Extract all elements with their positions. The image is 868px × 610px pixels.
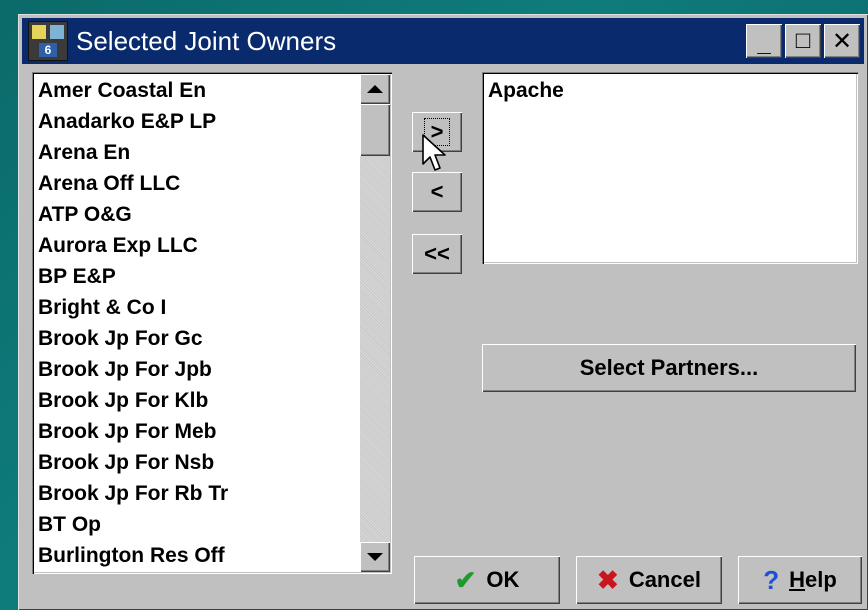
list-item[interactable]: Arena En <box>38 138 362 169</box>
scroll-down-button[interactable] <box>360 542 390 572</box>
remove-all-button-label: << <box>424 241 450 266</box>
arrow-down-icon <box>367 553 383 561</box>
list-item[interactable]: Bright & Co I <box>38 293 362 324</box>
cancel-button[interactable]: ✖ Cancel <box>576 556 722 604</box>
close-icon: ✕ <box>831 27 853 55</box>
select-partners-button[interactable]: Select Partners... <box>482 344 856 392</box>
x-icon: ✖ <box>597 565 619 595</box>
vertical-scrollbar[interactable] <box>360 74 390 572</box>
help-label-rest: elp <box>804 567 837 592</box>
select-partners-label: Select Partners... <box>579 355 759 380</box>
list-item[interactable]: Amer Coastal En <box>38 76 362 107</box>
app-icon[interactable]: 6 <box>28 21 68 61</box>
ok-label: OK <box>486 567 520 592</box>
selected-owners-list[interactable]: Apache <box>482 72 858 264</box>
list-item[interactable]: Aurora Exp LLC <box>38 231 362 262</box>
list-item[interactable]: Brook Jp For Meb <box>38 417 362 448</box>
list-item[interactable]: Anadarko E&P LP <box>38 107 362 138</box>
question-icon: ? <box>763 565 780 595</box>
scrollbar-thumb[interactable] <box>360 104 390 156</box>
minimize-icon: _ <box>757 30 771 57</box>
minimize-button[interactable]: _ <box>746 24 782 58</box>
list-item[interactable]: Brook Jp For Jpb <box>38 355 362 386</box>
list-item[interactable]: Brook Jp For Rb Tr <box>38 479 362 510</box>
list-item[interactable]: Brook Jp For Nsb <box>38 448 362 479</box>
maximize-button[interactable]: □ <box>785 24 821 58</box>
remove-all-button[interactable]: << <box>412 234 462 274</box>
list-item[interactable]: Burlington Res Off <box>38 541 362 572</box>
list-item[interactable]: Brook Jp For Klb <box>38 386 362 417</box>
help-mnemonic: H <box>789 567 805 592</box>
dialog-window: 6 Selected Joint Owners _ □ ✕ Amer Coast… <box>18 14 868 610</box>
add-button-label: > <box>423 118 451 146</box>
remove-button[interactable]: < <box>412 172 462 212</box>
add-button[interactable]: > <box>412 112 462 152</box>
list-item[interactable]: BP E&P <box>38 262 362 293</box>
window-title: Selected Joint Owners <box>76 25 337 56</box>
help-label: Help <box>789 567 837 593</box>
help-button[interactable]: ? Help <box>738 556 862 604</box>
list-item[interactable]: ATP O&G <box>38 200 362 231</box>
check-icon: ✔ <box>454 565 477 595</box>
list-item[interactable]: Brook Jp For Gc <box>38 324 362 355</box>
arrow-up-icon <box>367 85 383 93</box>
ok-button[interactable]: ✔ OK <box>414 556 560 604</box>
remove-button-label: < <box>430 179 444 204</box>
title-bar[interactable]: 6 Selected Joint Owners _ □ ✕ <box>22 18 864 64</box>
maximize-icon: □ <box>795 27 811 54</box>
list-item[interactable]: Arena Off LLC <box>38 169 362 200</box>
cancel-label: Cancel <box>628 567 701 592</box>
close-button[interactable]: ✕ <box>824 24 860 58</box>
scroll-up-button[interactable] <box>360 74 390 104</box>
list-item[interactable]: BT Op <box>38 510 362 541</box>
available-owners-list[interactable]: Amer Coastal En Anadarko E&P LP Arena En… <box>32 72 392 574</box>
list-item[interactable]: Apache <box>488 76 564 106</box>
